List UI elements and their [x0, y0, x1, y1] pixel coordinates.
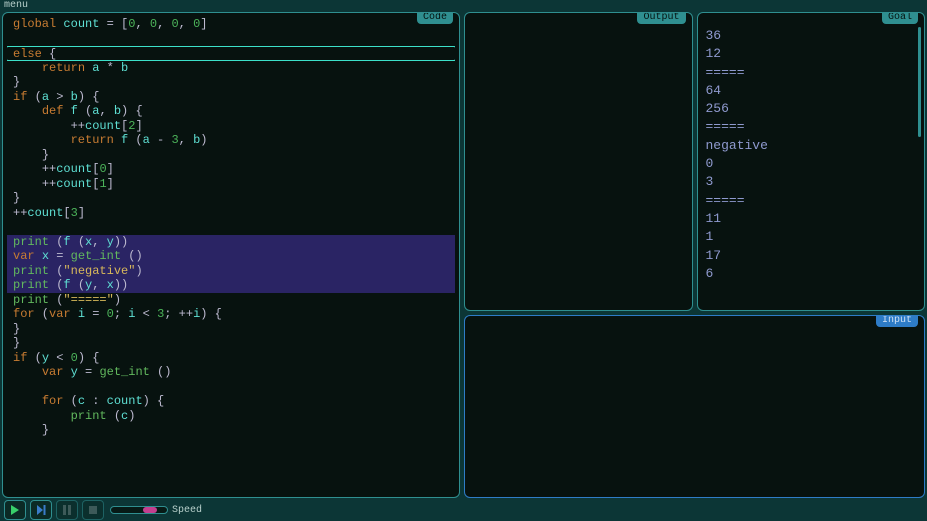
code-line[interactable]: } [7, 75, 455, 90]
output-line: 0 [706, 155, 917, 173]
output-line: ===== [706, 118, 917, 136]
stop-button[interactable] [82, 500, 104, 520]
pause-button[interactable] [56, 500, 78, 520]
output-panel-label: Output [637, 12, 685, 24]
code-line[interactable]: } [7, 423, 455, 438]
code-line[interactable]: return a * b [7, 61, 455, 76]
speed-slider-thumb[interactable] [143, 507, 157, 513]
code-line[interactable]: print (f (y, x)) [7, 278, 455, 293]
output-line: negative [706, 137, 917, 155]
output-line: 11 [706, 210, 917, 228]
output-line: 64 [706, 82, 917, 100]
speed-control: Speed [110, 505, 202, 516]
goal-panel-label: Goal [882, 12, 918, 24]
controls-bar: Speed [0, 498, 927, 520]
output-line: 6 [706, 265, 917, 283]
code-line[interactable]: var x = get_int () [7, 249, 455, 264]
goal-area: 3612=====64256=====negative03=====111176 [706, 27, 917, 304]
code-line[interactable]: print ("negative") [7, 264, 455, 279]
code-line[interactable]: ++count[3] [7, 206, 455, 221]
output-area [473, 27, 684, 304]
output-line: 3 [706, 173, 917, 191]
code-line[interactable]: ++count[0] [7, 162, 455, 177]
step-icon [35, 504, 47, 516]
output-line: 256 [706, 100, 917, 118]
code-line[interactable]: } [7, 322, 455, 337]
code-line[interactable]: } [7, 148, 455, 163]
pause-icon [61, 504, 73, 516]
left-column: Code global count = [0, 0, 0, 0]else { r… [2, 12, 460, 498]
code-line[interactable]: } [7, 191, 455, 206]
goal-scrollbar[interactable] [918, 27, 921, 137]
code-line[interactable]: return f (a - 3, b) [7, 133, 455, 148]
code-line[interactable]: print ("=====") [7, 293, 455, 308]
input-panel: Input [464, 315, 925, 498]
code-line[interactable]: def f (a, b) { [7, 104, 455, 119]
play-button[interactable] [4, 500, 26, 520]
code-line[interactable]: for (var i = 0; i < 3; ++i) { [7, 307, 455, 322]
speed-slider[interactable] [110, 506, 168, 514]
output-line: 17 [706, 247, 917, 265]
code-line[interactable] [7, 220, 455, 235]
output-line: 1 [706, 228, 917, 246]
output-line: 12 [706, 45, 917, 63]
step-button[interactable] [30, 500, 52, 520]
play-icon [9, 504, 21, 516]
code-line[interactable]: ++count[1] [7, 177, 455, 192]
right-column: Output Goal 3612=====64256=====negative0… [464, 12, 925, 498]
code-line[interactable]: var y = get_int () [7, 365, 455, 380]
code-line[interactable] [7, 380, 455, 395]
code-line[interactable]: } [7, 336, 455, 351]
stop-icon [87, 504, 99, 516]
output-goal-row: Output Goal 3612=====64256=====negative0… [464, 12, 925, 311]
main-area: Code global count = [0, 0, 0, 0]else { r… [0, 12, 927, 498]
output-line: ===== [706, 192, 917, 210]
code-panel: Code global count = [0, 0, 0, 0]else { r… [2, 12, 460, 498]
code-line[interactable]: print (c) [7, 409, 455, 424]
code-line[interactable]: if (y < 0) { [7, 351, 455, 366]
code-line[interactable]: else { [7, 46, 455, 61]
code-line[interactable]: ++count[2] [7, 119, 455, 134]
menu-button[interactable]: menu [4, 0, 28, 11]
code-line[interactable]: print (f (x, y)) [7, 235, 455, 250]
goal-panel: Goal 3612=====64256=====negative03=====1… [697, 12, 926, 311]
menu-bar: menu [0, 0, 927, 12]
input-area[interactable] [473, 330, 916, 491]
output-line: ===== [706, 64, 917, 82]
input-panel-label: Input [876, 315, 918, 327]
code-line[interactable]: if (a > b) { [7, 90, 455, 105]
code-editor[interactable]: global count = [0, 0, 0, 0] else { return… [7, 17, 455, 493]
code-line[interactable]: global count = [0, 0, 0, 0] [7, 17, 455, 32]
output-line: 36 [706, 27, 917, 45]
code-line[interactable] [7, 32, 455, 47]
output-panel: Output [464, 12, 693, 311]
code-line[interactable]: for (c : count) { [7, 394, 455, 409]
speed-label: Speed [172, 505, 202, 516]
